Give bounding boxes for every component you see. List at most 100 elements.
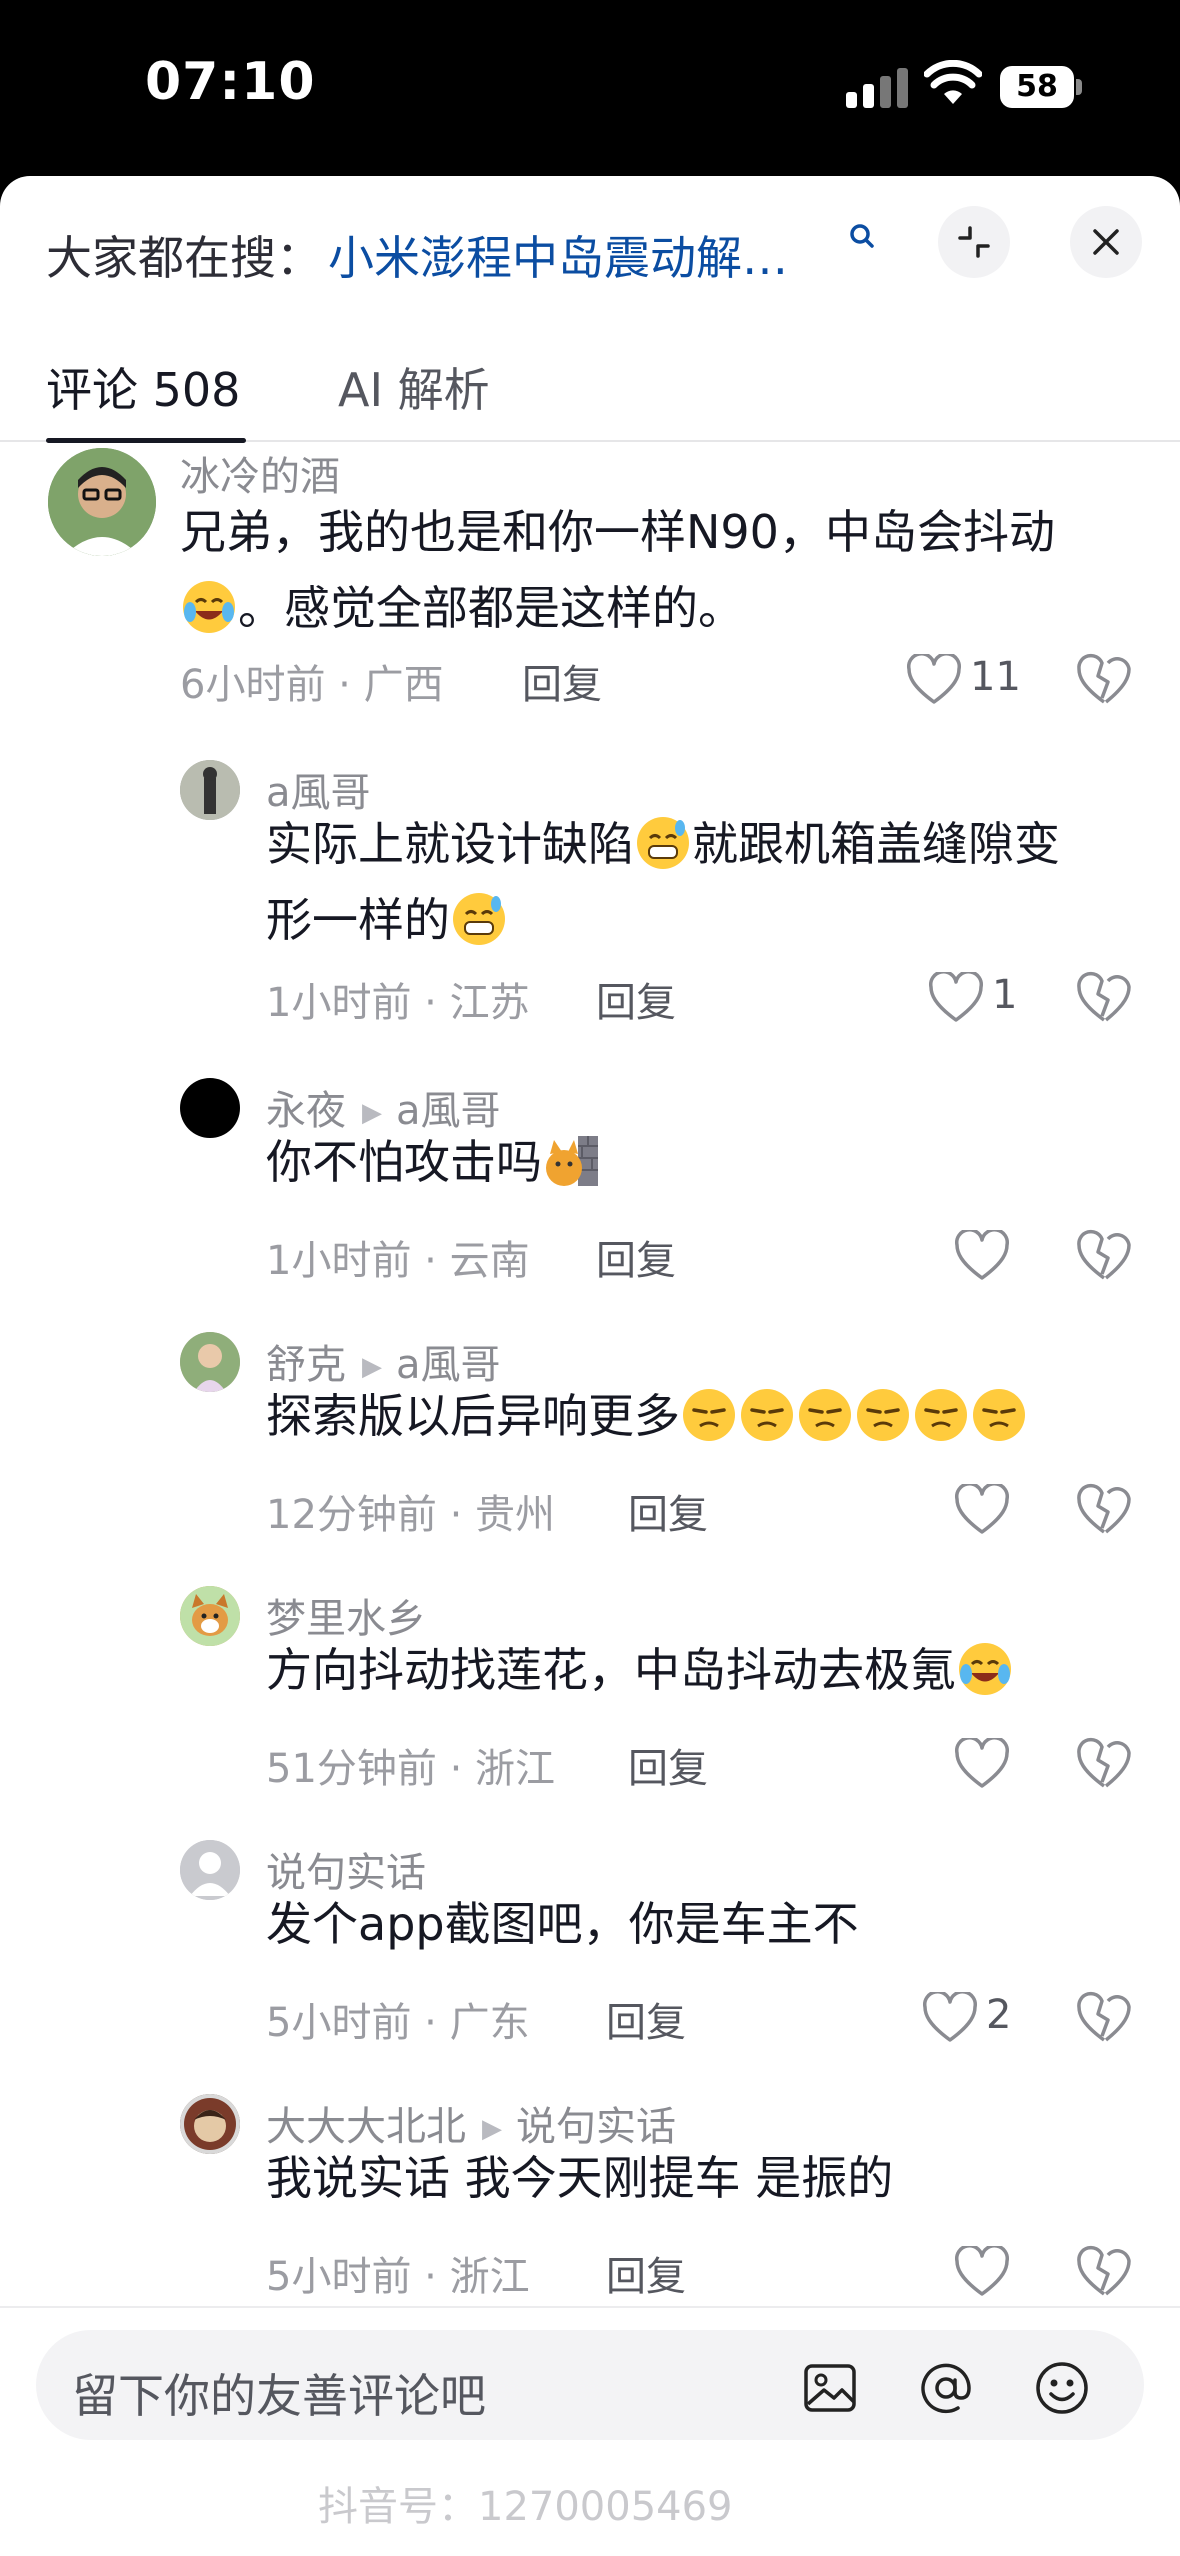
avatar[interactable] [180, 760, 240, 820]
like-button[interactable] [954, 2242, 1074, 2302]
comment-input-placeholder: 留下你的友善评论吧 [72, 2369, 486, 2423]
reply-button[interactable]: 回复 [606, 2244, 686, 2302]
minimize-icon [958, 226, 990, 258]
comment-meta: 1小时前 · 江苏 [266, 980, 530, 1026]
unamused-emoji-icon [799, 1389, 851, 1441]
avatar-image [180, 760, 240, 820]
search-icon[interactable] [848, 222, 876, 256]
image-icon[interactable] [802, 2360, 858, 2416]
comments-sheet: 大家都在搜： 小米澎程中岛震动解… 评论 508 AI 解析 冰冷的酒 兄弟，我… [0, 176, 1180, 2556]
avatar[interactable] [180, 1840, 240, 1900]
active-tab-indicator [46, 438, 246, 443]
dislike-icon[interactable] [1076, 1482, 1132, 1538]
cat-wall-sticker-icon [546, 1136, 598, 1186]
dislike-icon[interactable] [1076, 1228, 1132, 1284]
tab-comments[interactable]: 评论 508 [46, 354, 240, 420]
comment-input-bar: 留下你的友善评论吧 抖音号：1270005469 [0, 2306, 1180, 2556]
comment-text: 你不怕攻击吗 [266, 1124, 1180, 1200]
battery-tip [1076, 79, 1082, 95]
heart-icon [955, 2246, 1009, 2296]
grin-sweat-emoji-icon [453, 893, 505, 945]
unamused-emoji-icon [857, 1389, 909, 1441]
heart-icon [955, 1738, 1009, 1788]
reply-button[interactable]: 回复 [606, 1990, 686, 2048]
comment-item: 说句实话 发个app截图吧，你是车主不 5小时前 · 广东 回复 2 [0, 1840, 1180, 2072]
avatar[interactable] [180, 2094, 240, 2154]
like-count: 1 [992, 972, 1018, 1018]
comment-meta: 5小时前 · 广东 [266, 2000, 530, 2046]
search-suggestion-row[interactable]: 大家都在搜： 小米澎程中岛震动解… [0, 176, 1180, 326]
reply-button[interactable]: 回复 [596, 970, 676, 1028]
avatar-image [48, 448, 156, 556]
close-button[interactable] [1070, 206, 1142, 278]
wifi-icon [924, 60, 982, 104]
heart-icon [923, 1992, 977, 2042]
comment-text: 实际上就设计缺陷 就跟机箱盖缝隙变 形一样的 [266, 806, 1146, 958]
close-icon [1093, 229, 1119, 255]
avatar-image [180, 1586, 240, 1646]
default-avatar-icon [180, 1840, 240, 1900]
battery-icon: 58 [1000, 66, 1074, 108]
avatar[interactable] [180, 1078, 240, 1138]
unamused-emoji-icon [683, 1389, 735, 1441]
comment-text: 探索版以后异响更多 [266, 1378, 1166, 1454]
status-bar: 07:10 58 [0, 0, 1180, 176]
dislike-icon[interactable] [1076, 1990, 1132, 2046]
dislike-icon[interactable] [1076, 1736, 1132, 1792]
comment-meta: 5小时前 · 浙江 [266, 2254, 530, 2300]
douyin-watermark: 抖音号：1270005469 [318, 2484, 733, 2530]
tab-bar: 评论 508 AI 解析 [0, 326, 1180, 443]
avatar[interactable] [48, 448, 156, 556]
reply-button[interactable]: 回复 [522, 652, 602, 710]
mention-icon[interactable] [918, 2360, 974, 2416]
comment-text: 我说实话 我今天刚提车 是振的 [266, 2151, 894, 2205]
comment-item: 大大大北北 ▶ 说句实话 我说实话 我今天刚提车 是振的 5小时前 · 浙江 回复 [0, 2094, 1180, 2304]
comment-meta: 1小时前 · 云南 [266, 1238, 530, 1284]
unamused-emoji-icon [915, 1389, 967, 1441]
comment-item: 梦里水乡 方向抖动找莲花，中岛抖动去极氪 51分钟前 · 浙江 回复 [0, 1586, 1180, 1818]
heart-icon [955, 1484, 1009, 1534]
search-prefix: 大家都在搜： [46, 231, 322, 285]
comment-text: 兄弟，我的也是和你一样N90，中岛会抖动 。感觉全部都是这样的。 [180, 505, 1055, 635]
unamused-emoji-icon [741, 1389, 793, 1441]
comment-item: a風哥 实际上就设计缺陷 就跟机箱盖缝隙变 形一样的 1小时前 · 江苏 回复 1 [0, 760, 1180, 1060]
comment-text: 方向抖动找莲花，中岛抖动去极氪 [266, 1632, 1166, 1708]
like-button[interactable]: 11 [906, 650, 1026, 710]
comment-meta: 12分钟前 · 贵州 [266, 1492, 556, 1538]
tab-ai-analysis[interactable]: AI 解析 [338, 354, 490, 420]
minimize-button[interactable] [938, 206, 1010, 278]
comment-input[interactable]: 留下你的友善评论吧 [36, 2330, 1144, 2440]
reply-button[interactable]: 回复 [596, 1228, 676, 1286]
dislike-icon[interactable] [1076, 652, 1132, 708]
like-button[interactable] [954, 1480, 1074, 1540]
cellular-signal-icon [846, 68, 908, 108]
dislike-icon[interactable] [1076, 970, 1132, 1026]
tears-of-joy-emoji-icon [959, 1643, 1011, 1695]
avatar-image [180, 1332, 240, 1392]
like-button[interactable]: 1 [928, 968, 1048, 1028]
avatar-image [180, 2094, 240, 2154]
comment-item: 冰冷的酒 兄弟，我的也是和你一样N90，中岛会抖动 。感觉全部都是这样的。 6小… [0, 444, 1180, 734]
dislike-icon[interactable] [1076, 2244, 1132, 2300]
heart-icon [929, 972, 983, 1022]
comment-list[interactable]: 冰冷的酒 兄弟，我的也是和你一样N90，中岛会抖动 。感觉全部都是这样的。 6小… [0, 444, 1180, 2304]
emoji-icon[interactable] [1034, 2360, 1090, 2416]
unamused-emoji-icon [973, 1389, 1025, 1441]
like-count: 2 [986, 1992, 1012, 2038]
comment-meta: 51分钟前 · 浙江 [266, 1746, 556, 1792]
reply-button[interactable]: 回复 [628, 1482, 708, 1540]
tears-of-joy-emoji-icon [183, 581, 235, 633]
comment-meta: 6小时前 · 广西 [180, 662, 444, 708]
avatar[interactable] [180, 1586, 240, 1646]
grin-sweat-emoji-icon [637, 817, 689, 869]
status-time: 07:10 [145, 52, 316, 112]
comment-item: 舒克 ▶ a風哥 探索版以后异响更多 12分钟前 · 贵州 回复 [0, 1332, 1180, 1564]
search-query-link[interactable]: 小米澎程中岛震动解… [328, 222, 788, 288]
like-count: 11 [970, 654, 1021, 700]
reply-button[interactable]: 回复 [628, 1736, 708, 1794]
avatar[interactable] [180, 1332, 240, 1392]
heart-icon [907, 654, 961, 704]
like-button[interactable]: 2 [922, 1988, 1042, 2048]
like-button[interactable] [954, 1734, 1074, 1794]
like-button[interactable] [954, 1226, 1074, 1286]
